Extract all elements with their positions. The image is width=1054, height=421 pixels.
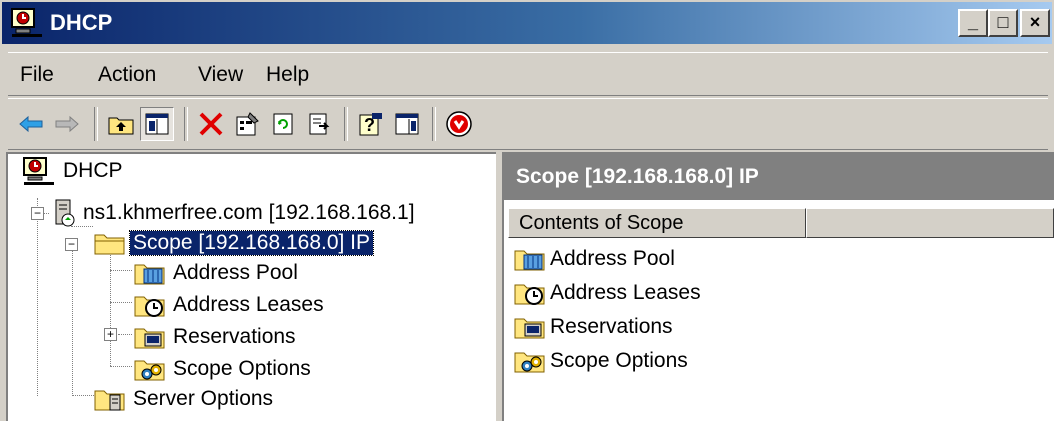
- expand-collapse-scope[interactable]: −: [65, 238, 78, 251]
- list-item-label: Reservations: [550, 315, 673, 338]
- tree-node-dhcp[interactable]: DHCP: [22, 156, 126, 186]
- scope-options-icon: [514, 352, 545, 373]
- column-header-label: Contents of Scope: [519, 212, 684, 234]
- tree-node-server-options[interactable]: Server Options: [94, 384, 276, 414]
- forward-icon: [55, 115, 79, 133]
- up-one-level-button[interactable]: [104, 107, 138, 141]
- details-pane: Scope [192.168.168.0] IP Contents of Sco…: [502, 152, 1054, 421]
- dhcp-window: DHCP _ □ × File Action View Help ? − − +…: [0, 0, 1054, 421]
- dhcp-icon: [11, 8, 42, 37]
- column-header-blank[interactable]: [806, 208, 1054, 238]
- list-item-address-pool[interactable]: Address Pool: [514, 244, 675, 274]
- expand-collapse-server[interactable]: −: [31, 207, 44, 220]
- reservations-icon: [514, 318, 545, 339]
- list-item-scope-options[interactable]: Scope Options: [514, 346, 688, 376]
- show-hide-action-pane-icon: [395, 113, 419, 135]
- help-icon: ?: [359, 113, 382, 136]
- address-pool-icon: [134, 264, 165, 285]
- delete-button[interactable]: [194, 107, 228, 141]
- up-one-level-icon: [108, 117, 134, 135]
- address-pool-icon: [514, 250, 545, 271]
- tree-node-server[interactable]: ns1.khmerfree.com [192.168.168.1]: [52, 198, 418, 228]
- back-button[interactable]: [14, 107, 48, 141]
- folder-icon: [94, 234, 125, 255]
- tree-node-scope-options[interactable]: Scope Options: [134, 354, 314, 384]
- maximize-button[interactable]: □: [988, 9, 1018, 37]
- minimize-button[interactable]: _: [958, 9, 988, 37]
- tree-node-reservations[interactable]: Reservations: [134, 322, 299, 352]
- list-item-label: Address Leases: [550, 281, 701, 304]
- show-hide-action-pane-button[interactable]: [390, 107, 424, 141]
- tree-node-label: Reservations: [173, 325, 296, 348]
- window-title: DHCP: [50, 10, 113, 35]
- menu-file[interactable]: File: [20, 63, 54, 87]
- list-item-label: Scope Options: [550, 349, 688, 372]
- tree-node-address-leases[interactable]: Address Leases: [134, 290, 327, 320]
- show-hide-console-tree-button[interactable]: [140, 107, 174, 141]
- tree-line: [118, 334, 132, 335]
- tree-node-label: ns1.khmerfree.com [192.168.168.1]: [83, 201, 415, 224]
- tree-line: [110, 366, 132, 367]
- tree-node-label: Address Leases: [173, 293, 324, 316]
- tree-node-label: DHCP: [63, 159, 123, 182]
- tree-node-label: Server Options: [133, 387, 274, 410]
- tree-line: [72, 244, 73, 396]
- menu-bar: File Action View Help: [8, 52, 1048, 96]
- back-icon: [19, 115, 43, 133]
- dhcp-icon: [23, 157, 54, 185]
- address-leases-icon: [514, 284, 545, 305]
- properties-icon: [236, 112, 259, 136]
- list-item-address-leases[interactable]: Address Leases: [514, 278, 701, 308]
- server-icon: [55, 199, 75, 227]
- export-list-button[interactable]: [302, 107, 336, 141]
- help-button[interactable]: ?: [354, 107, 388, 141]
- stop-button[interactable]: [442, 107, 476, 141]
- address-leases-icon: [134, 296, 165, 317]
- menu-help[interactable]: Help: [266, 63, 309, 87]
- title-bar[interactable]: DHCP _ □ ×: [2, 2, 1052, 44]
- refresh-button[interactable]: [266, 107, 300, 141]
- tree-node-label: Scope [192.168.168.0] IP: [128, 230, 375, 256]
- reservations-icon: [134, 328, 165, 349]
- toolbar-separator: [184, 107, 188, 141]
- forward-button[interactable]: [50, 107, 84, 141]
- toolbar-separator: [432, 107, 436, 141]
- tree-node-label: Scope Options: [173, 357, 311, 380]
- list-item-label: Address Pool: [550, 247, 675, 270]
- column-header-contents[interactable]: Contents of Scope: [508, 208, 806, 238]
- delete-icon: [199, 112, 223, 136]
- server-options-icon: [94, 390, 125, 411]
- tree-line: [37, 198, 38, 396]
- menu-view[interactable]: View: [198, 63, 243, 87]
- close-button[interactable]: ×: [1020, 9, 1050, 37]
- expand-reservations[interactable]: +: [104, 328, 117, 341]
- console-tree[interactable]: − − + DHCP ns1.khmerfree.com [192.168.16…: [6, 152, 496, 421]
- details-header: Scope [192.168.168.0] IP: [504, 154, 1054, 200]
- properties-button[interactable]: [230, 107, 264, 141]
- show-hide-console-tree-icon: [145, 113, 169, 135]
- tree-line: [110, 302, 132, 303]
- toolbar-separator: [344, 107, 348, 141]
- tree-line: [110, 270, 132, 271]
- tree-line: [110, 244, 111, 366]
- menu-action[interactable]: Action: [98, 63, 156, 87]
- refresh-icon: [273, 113, 293, 135]
- toolbar: ?: [8, 98, 1048, 150]
- list-item-reservations[interactable]: Reservations: [514, 312, 673, 342]
- tree-node-scope[interactable]: Scope [192.168.168.0] IP: [94, 228, 375, 258]
- stop-icon: [446, 111, 472, 137]
- details-title: Scope [192.168.168.0] IP: [516, 165, 759, 188]
- tree-node-address-pool[interactable]: Address Pool: [134, 258, 301, 288]
- tree-node-label: Address Pool: [173, 261, 298, 284]
- toolbar-separator: [94, 107, 98, 141]
- scope-options-icon: [134, 360, 165, 381]
- export-list-icon: [309, 113, 330, 135]
